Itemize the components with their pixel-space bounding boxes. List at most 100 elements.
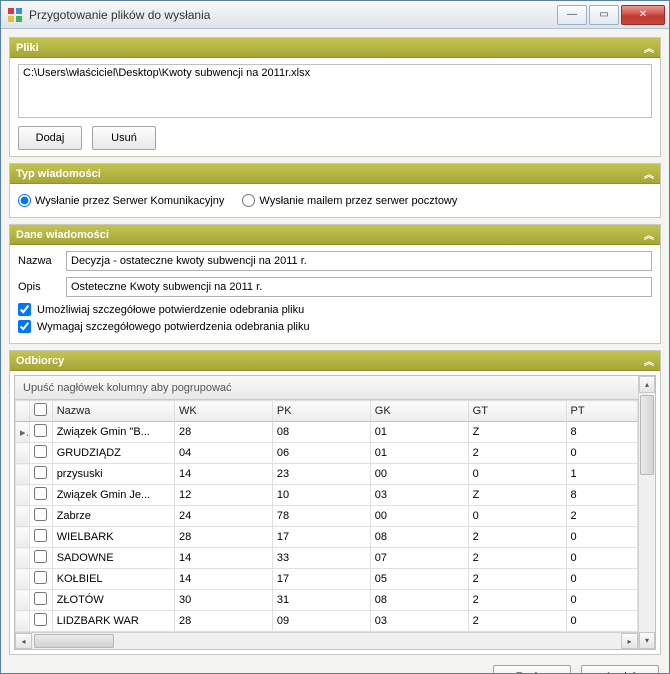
row-indicator (16, 464, 30, 485)
radio-server[interactable] (18, 194, 31, 207)
row-checkbox-cell[interactable] (30, 611, 52, 632)
cell-gt: 0 (468, 506, 566, 527)
row-checkbox[interactable] (34, 529, 47, 542)
hscroll-track[interactable] (32, 633, 621, 649)
grid-header-wk[interactable]: WK (175, 401, 273, 422)
row-checkbox[interactable] (34, 466, 47, 479)
file-list-item[interactable]: C:\Users\właściciel\Desktop\Kwoty subwen… (23, 67, 647, 79)
horizontal-scrollbar[interactable]: ◂ ▸ (15, 632, 638, 649)
cancel-button[interactable]: Anuluj (581, 665, 659, 673)
maximize-button[interactable]: ▭ (589, 5, 619, 25)
header-checkbox[interactable] (34, 403, 47, 416)
row-checkbox-cell[interactable] (30, 443, 52, 464)
row-checkbox[interactable] (34, 487, 47, 500)
scroll-right-arrow[interactable]: ▸ (621, 633, 638, 649)
grid-header-indicator (16, 401, 30, 422)
grid-header-gk[interactable]: GK (370, 401, 468, 422)
row-checkbox[interactable] (34, 508, 47, 521)
cell-name: SADOWNE (52, 548, 174, 569)
chk-umozliwiaj[interactable] (18, 303, 31, 316)
panel-pliki-title: Pliki (16, 42, 39, 54)
table-row[interactable]: ZŁOTÓW30310820 (16, 590, 638, 611)
scroll-up-arrow[interactable]: ▴ (639, 376, 655, 393)
vertical-scrollbar[interactable]: ▴ ▾ (638, 376, 655, 649)
row-checkbox-cell[interactable] (30, 464, 52, 485)
row-checkbox[interactable] (34, 445, 47, 458)
recipients-grid[interactable]: Nazwa WK PK GK GT PT ▸Związek Gmin "B...… (15, 400, 638, 632)
row-checkbox-cell[interactable] (30, 569, 52, 590)
panel-odbiorcy-header[interactable]: Odbiorcy ︽ (10, 351, 660, 371)
chk-wymagaj-label: Wymagaj szczegółowego potwierdzenia odeb… (37, 321, 310, 333)
row-indicator (16, 506, 30, 527)
cell-gt: 0 (468, 464, 566, 485)
row-checkbox[interactable] (34, 424, 47, 437)
grid-header-pt[interactable]: PT (566, 401, 637, 422)
remove-button[interactable]: Usuń (92, 126, 156, 150)
row-checkbox[interactable] (34, 550, 47, 563)
cell-pk: 09 (272, 611, 370, 632)
minimize-button[interactable]: — (557, 5, 587, 25)
row-indicator (16, 485, 30, 506)
scroll-left-arrow[interactable]: ◂ (15, 633, 32, 649)
cell-gt: Z (468, 485, 566, 506)
footer-buttons: Zapisz Anuluj (9, 661, 661, 673)
table-row[interactable]: WIELBARK28170820 (16, 527, 638, 548)
panel-odbiorcy: Odbiorcy ︽ Upuść nagłówek kolumny aby po… (9, 350, 661, 655)
grid-wrap: Upuść nagłówek kolumny aby pogrupować (14, 375, 656, 650)
hscroll-thumb[interactable] (34, 634, 114, 648)
table-row[interactable]: LIDZBARK WAR28090320 (16, 611, 638, 632)
desc-input[interactable] (66, 277, 652, 297)
panel-pliki-header[interactable]: Pliki ︽ (10, 38, 660, 58)
cell-wk: 14 (175, 464, 273, 485)
row-checkbox-cell[interactable] (30, 590, 52, 611)
panel-dane-header[interactable]: Dane wiadomości ︽ (10, 225, 660, 245)
table-row[interactable]: ▸Związek Gmin "B...280801Z8 (16, 422, 638, 443)
panel-typ-header[interactable]: Typ wiadomości ︽ (10, 164, 660, 184)
row-checkbox-cell[interactable] (30, 548, 52, 569)
table-row[interactable]: Zabrze24780002 (16, 506, 638, 527)
grid-header-nazwa[interactable]: Nazwa (52, 401, 174, 422)
row-checkbox-cell[interactable] (30, 527, 52, 548)
cell-gt: 2 (468, 443, 566, 464)
grid-header-gt[interactable]: GT (468, 401, 566, 422)
grid-header-checkbox[interactable] (30, 401, 52, 422)
table-row[interactable]: SADOWNE14330720 (16, 548, 638, 569)
close-button[interactable]: ✕ (621, 5, 665, 25)
chk-wymagaj[interactable] (18, 320, 31, 333)
file-list[interactable]: C:\Users\właściciel\Desktop\Kwoty subwen… (18, 64, 652, 118)
scroll-down-arrow[interactable]: ▾ (639, 632, 655, 649)
table-row[interactable]: KOŁBIEL14170520 (16, 569, 638, 590)
vscroll-track[interactable] (639, 393, 655, 632)
collapse-icon: ︽ (644, 227, 654, 242)
cell-gk: 05 (370, 569, 468, 590)
name-input[interactable] (66, 251, 652, 271)
row-checkbox[interactable] (34, 613, 47, 626)
row-checkbox-cell[interactable] (30, 422, 52, 443)
add-button[interactable]: Dodaj (18, 126, 82, 150)
row-checkbox-cell[interactable] (30, 485, 52, 506)
cell-gt: Z (468, 422, 566, 443)
radio-server-label[interactable]: Wysłanie przez Serwer Komunikacyjny (18, 194, 224, 207)
group-by-bar[interactable]: Upuść nagłówek kolumny aby pogrupować (15, 376, 638, 400)
row-indicator: ▸ (16, 422, 30, 443)
radio-mail[interactable] (242, 194, 255, 207)
save-button[interactable]: Zapisz (493, 665, 571, 673)
radio-mail-label[interactable]: Wysłanie mailem przez serwer pocztowy (242, 194, 457, 207)
grid-header-pk[interactable]: PK (272, 401, 370, 422)
vscroll-thumb[interactable] (640, 395, 654, 475)
cell-pt: 8 (566, 485, 637, 506)
main-window: Przygotowanie plików do wysłania — ▭ ✕ P… (0, 0, 670, 674)
row-checkbox-cell[interactable] (30, 506, 52, 527)
cell-pt: 8 (566, 422, 637, 443)
table-row[interactable]: przysuski14230001 (16, 464, 638, 485)
panel-pliki: Pliki ︽ C:\Users\właściciel\Desktop\Kwot… (9, 37, 661, 157)
panel-dane: Dane wiadomości ︽ Nazwa Opis Umożliwiaj … (9, 224, 661, 344)
cell-pk: 10 (272, 485, 370, 506)
table-row[interactable]: Związek Gmin Je...121003Z8 (16, 485, 638, 506)
radio-mail-text: Wysłanie mailem przez serwer pocztowy (259, 195, 457, 207)
grid-header-row: Nazwa WK PK GK GT PT (16, 401, 638, 422)
table-row[interactable]: GRUDZIĄDZ04060120 (16, 443, 638, 464)
row-checkbox[interactable] (34, 571, 47, 584)
cell-pt: 2 (566, 506, 637, 527)
row-checkbox[interactable] (34, 592, 47, 605)
